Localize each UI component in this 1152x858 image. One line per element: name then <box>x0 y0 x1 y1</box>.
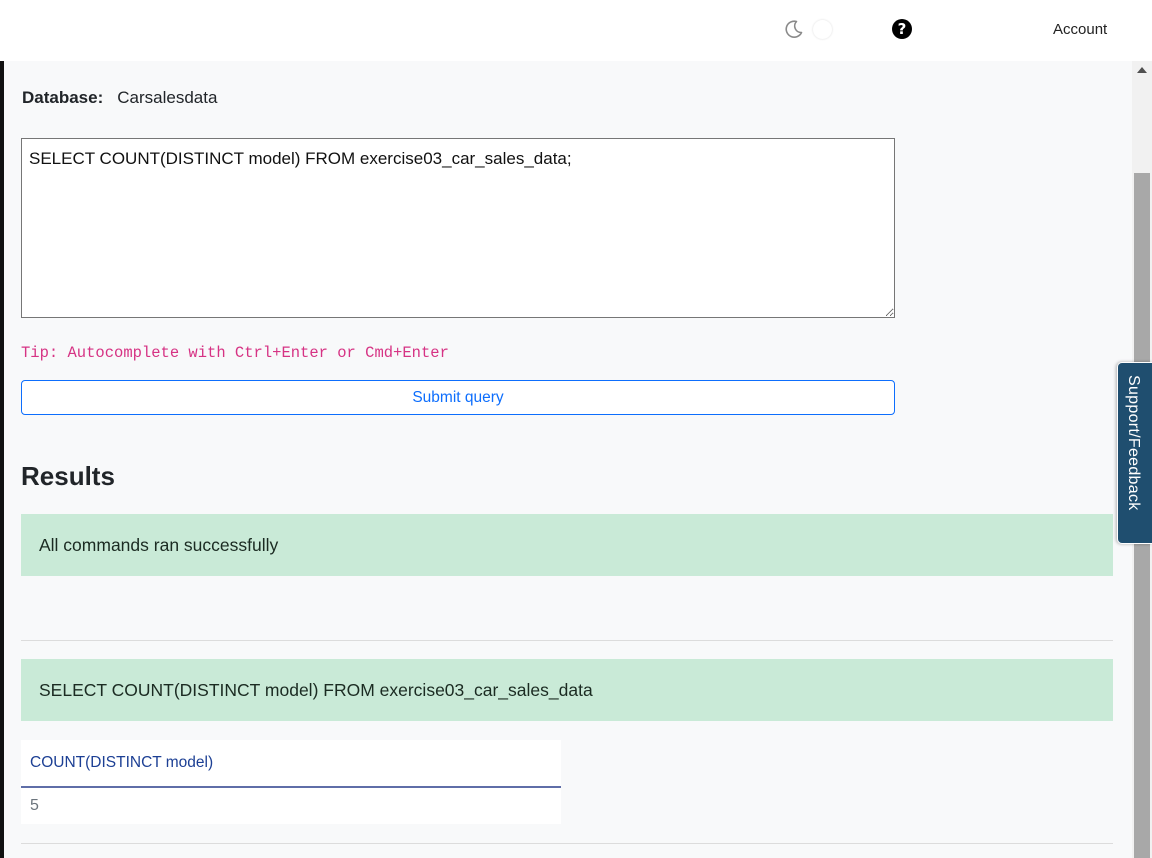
divider <box>21 843 1113 844</box>
account-menu[interactable]: Account <box>1053 21 1107 38</box>
query-editor[interactable]: SELECT COUNT(DISTINCT model) FROM exerci… <box>21 138 895 318</box>
autocomplete-tip: Tip: Autocomplete with Ctrl+Enter or Cmd… <box>21 344 449 362</box>
table-row: 5 <box>21 787 561 824</box>
divider <box>21 640 1113 641</box>
database-label: Database: <box>22 88 104 107</box>
database-name: Carsalesdata <box>117 88 218 107</box>
executed-query-alert: SELECT COUNT(DISTINCT model) FROM exerci… <box>21 659 1113 721</box>
top-navbar: ? Account <box>0 0 1152 61</box>
scroll-up-arrow-icon[interactable] <box>1137 67 1147 73</box>
help-icon[interactable]: ? <box>892 19 912 39</box>
results-heading: Results <box>21 461 115 491</box>
support-feedback-label: Support/Feedback <box>1125 375 1142 511</box>
main-content: Database: Carsalesdata SELECT COUNT(DISTI… <box>0 61 1132 858</box>
table-cell: 5 <box>30 797 39 814</box>
column-header: COUNT(DISTINCT model) <box>21 740 561 788</box>
theme-toggle[interactable] <box>813 20 832 39</box>
result-table: COUNT(DISTINCT model) 5 <box>21 740 561 824</box>
submit-query-button[interactable]: Submit query <box>21 380 895 415</box>
database-info: Database: Carsalesdata <box>22 88 217 108</box>
table-header-row: COUNT(DISTINCT model) <box>21 740 561 788</box>
moon-icon[interactable] <box>784 19 804 39</box>
support-feedback-tab[interactable]: Support/Feedback <box>1117 362 1152 544</box>
success-alert: All commands ran successfully <box>21 514 1113 576</box>
